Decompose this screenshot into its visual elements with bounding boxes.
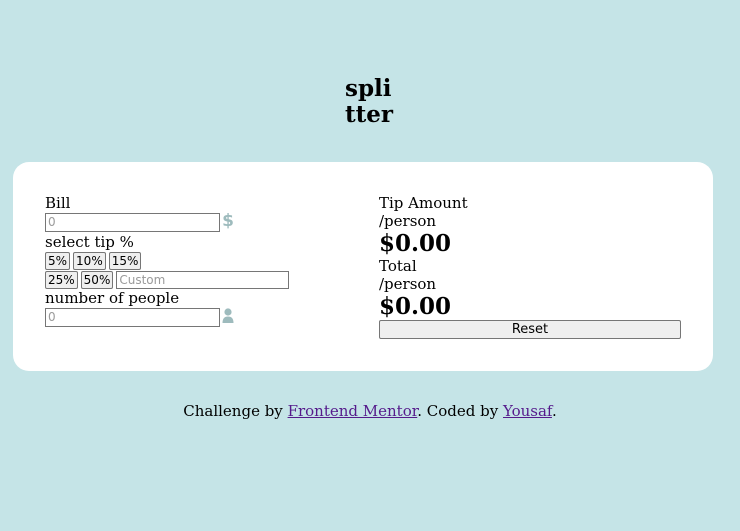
tip-amount-sub: /person <box>379 212 437 230</box>
tip-25-button[interactable]: 25% <box>45 270 78 289</box>
total-label: Total <box>379 257 417 275</box>
reset-button[interactable]: Reset <box>379 320 681 339</box>
frontend-mentor-link[interactable]: Frontend Mentor <box>288 402 418 420</box>
bill-row: $ <box>45 211 345 233</box>
logo-line-2: tter <box>345 101 393 128</box>
tip-row-1: 5% 10% 15% <box>45 251 345 270</box>
tip-5-button[interactable]: 5% <box>45 251 71 270</box>
footer-prefix: Challenge by <box>183 402 288 420</box>
calculator-card: Bill $ select tip % 5% 10% 15% 25% 50% n… <box>13 162 713 371</box>
logo: spli tter <box>345 76 393 128</box>
svg-text:$: $ <box>222 211 234 229</box>
bill-input[interactable] <box>45 212 220 232</box>
tip-50-button[interactable]: 50% <box>80 270 114 289</box>
tip-amount-label: Tip Amount <box>379 194 468 212</box>
logo-line-1: spli <box>345 75 392 102</box>
attribution-footer: Challenge by Frontend Mentor. Coded by Y… <box>0 402 740 420</box>
footer-middle: . Coded by <box>417 402 503 420</box>
custom-tip-input[interactable] <box>116 270 290 289</box>
tip-row-2: 25% 50% <box>45 270 345 289</box>
tip-label: select tip % <box>45 233 134 251</box>
tip-15-button[interactable]: 15% <box>108 251 142 270</box>
tip-10-button[interactable]: 10% <box>73 251 106 270</box>
people-row <box>45 307 345 328</box>
tip-amount-value: $0.00 <box>379 230 452 257</box>
footer-suffix: . <box>551 402 557 420</box>
people-label: number of people <box>45 289 180 307</box>
author-link[interactable]: Yousaf <box>503 402 552 420</box>
page: spli tter Bill $ select tip % 5% 10% 15%… <box>0 0 740 531</box>
dollar-icon: $ <box>222 211 234 229</box>
results-section: Tip Amount /person $0.00 Total /person $… <box>379 194 681 339</box>
total-value: $0.00 <box>379 293 452 320</box>
input-section: Bill $ select tip % 5% 10% 15% 25% 50% n… <box>45 194 345 328</box>
bill-label: Bill <box>45 194 71 212</box>
people-input[interactable] <box>45 307 220 327</box>
person-icon <box>222 308 234 323</box>
total-sub: /person <box>379 275 437 293</box>
